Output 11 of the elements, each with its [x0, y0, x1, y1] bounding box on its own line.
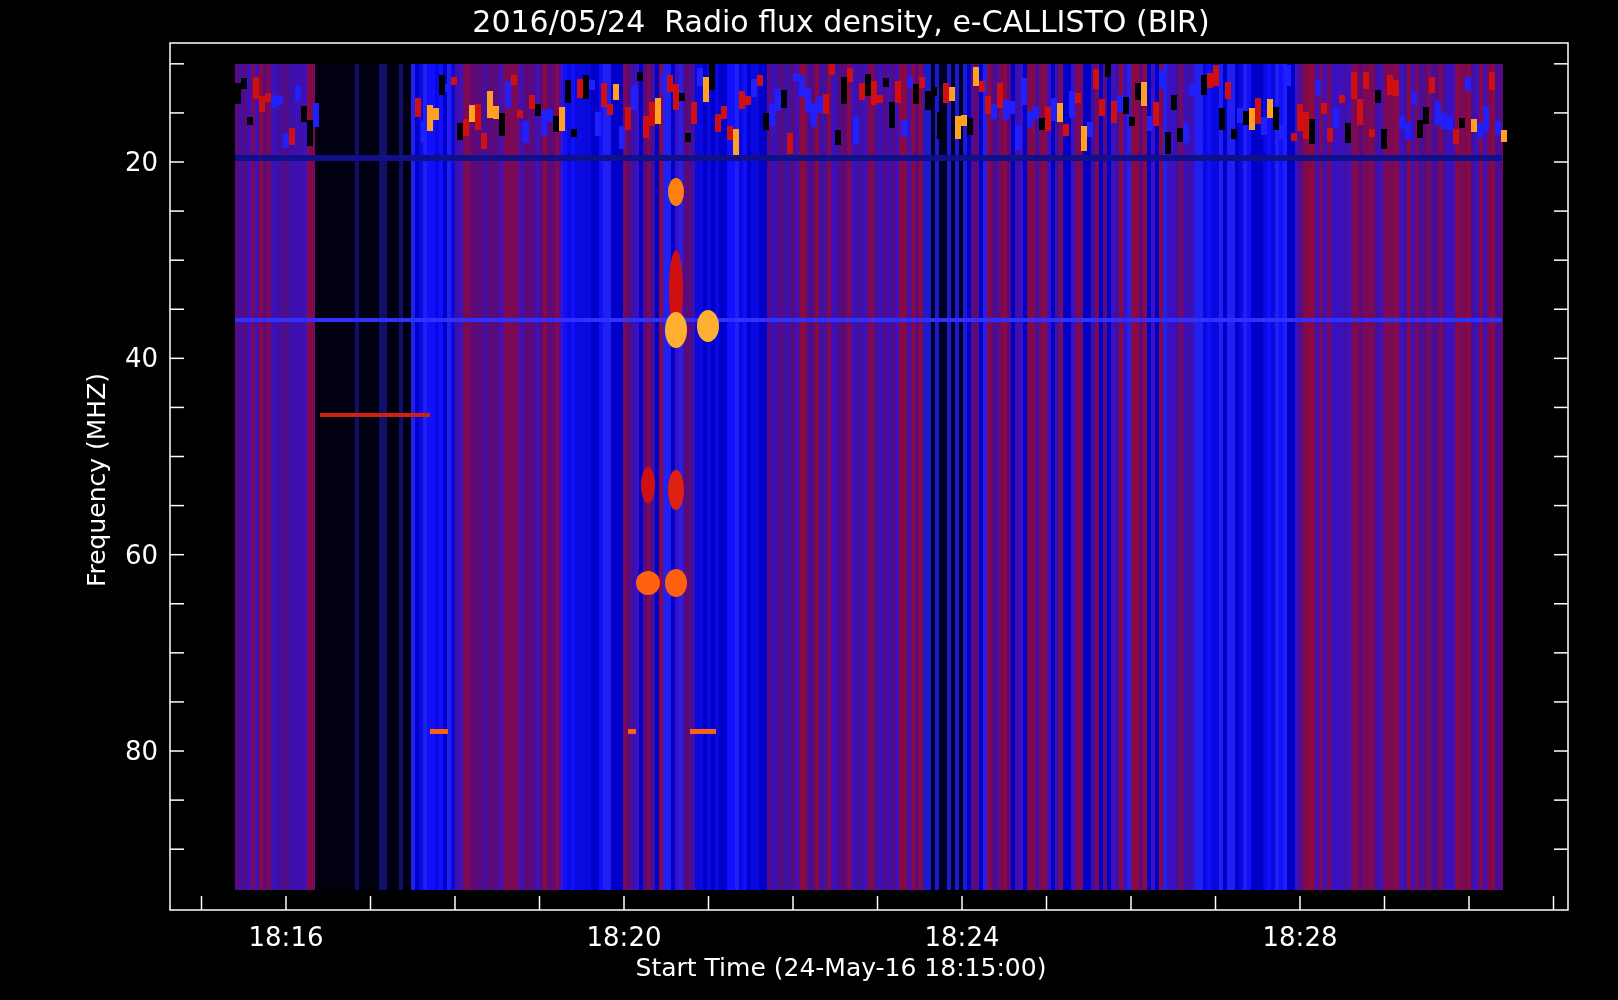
axis-title: Frequency (MHZ) — [82, 372, 111, 588]
axis-tick-label: 80 — [124, 736, 158, 766]
axis-tick-label: 18:28 — [1262, 922, 1338, 952]
axis-tick-label: 60 — [124, 539, 158, 570]
axis-tick-label: 18:16 — [248, 922, 324, 952]
axis-tick-label: 18:24 — [924, 922, 1000, 952]
axis-tick-label: 20 — [124, 147, 158, 177]
axis-title: Start Time (24-May-16 18:15:00) — [635, 953, 1047, 982]
axis-tick-label: 18:20 — [586, 922, 662, 952]
axis-tick-label: 40 — [124, 343, 158, 374]
chart-title: 2016/05/24 Radio flux density, e-CALLISTO (BIR) — [472, 4, 1210, 39]
